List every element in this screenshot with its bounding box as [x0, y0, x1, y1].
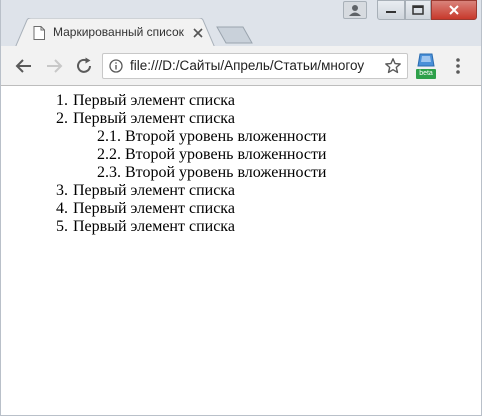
maximize-button[interactable] — [405, 0, 431, 20]
reload-icon[interactable] — [73, 55, 95, 77]
list-item-number: 1. — [56, 92, 68, 109]
toolbar: file:///D:/Сайты/Апрель/Статьи/многоу be… — [0, 46, 482, 86]
page-icon — [33, 26, 45, 40]
list-item-text: Второй уровень вложенности — [125, 146, 327, 163]
list-item-text: Первый элемент списка — [73, 110, 235, 127]
list-item-number: 2.1. — [97, 128, 121, 145]
browser-window: Маркированный список file:///D:/Сайты/Ап… — [0, 0, 482, 416]
minimize-button[interactable] — [377, 0, 405, 20]
extension-button[interactable]: beta — [415, 52, 437, 80]
list-item-number: 2.3. — [97, 164, 121, 181]
info-icon[interactable] — [109, 59, 123, 73]
close-window-button[interactable] — [431, 0, 477, 20]
list-item-number: 2. — [56, 110, 68, 127]
profile-button[interactable] — [343, 1, 367, 19]
bookmark-star-icon[interactable] — [384, 57, 402, 75]
forward-icon[interactable] — [43, 55, 65, 77]
minimize-icon — [386, 11, 396, 13]
tab-title: Маркированный список — [53, 25, 184, 39]
maximize-icon — [412, 5, 424, 15]
list-item-number: 4. — [56, 200, 68, 217]
new-tab-button[interactable] — [215, 25, 255, 45]
list-item-number: 5. — [56, 218, 68, 235]
url-text[interactable]: file:///D:/Сайты/Апрель/Статьи/многоу — [130, 58, 382, 76]
list-item-number: 3. — [56, 182, 68, 199]
list-item-text: Второй уровень вложенности — [125, 128, 327, 145]
tab-active[interactable]: Маркированный список — [15, 18, 215, 48]
user-icon — [349, 5, 361, 16]
list-item-text: Первый элемент списка — [73, 92, 235, 109]
list-item-text: Первый элемент списка — [73, 200, 235, 217]
extension-icon — [417, 53, 435, 67]
list-item-number: 2.2. — [97, 146, 121, 163]
title-bar: Маркированный список — [0, 0, 482, 48]
page-content: 1. Первый элемент списка 2. Первый элемент… — [0, 86, 482, 416]
back-icon[interactable] — [13, 55, 35, 77]
close-icon — [449, 5, 459, 15]
address-bar[interactable]: file:///D:/Сайты/Апрель/Статьи/многоу — [102, 53, 408, 79]
list-item-text: Второй уровень вложенности — [125, 164, 327, 181]
close-tab-icon[interactable] — [191, 26, 205, 40]
menu-icon[interactable] — [448, 56, 468, 76]
extension-badge: beta — [416, 69, 436, 79]
list-item-text: Первый элемент списка — [73, 182, 235, 199]
list-item-text: Первый элемент списка — [73, 218, 235, 235]
